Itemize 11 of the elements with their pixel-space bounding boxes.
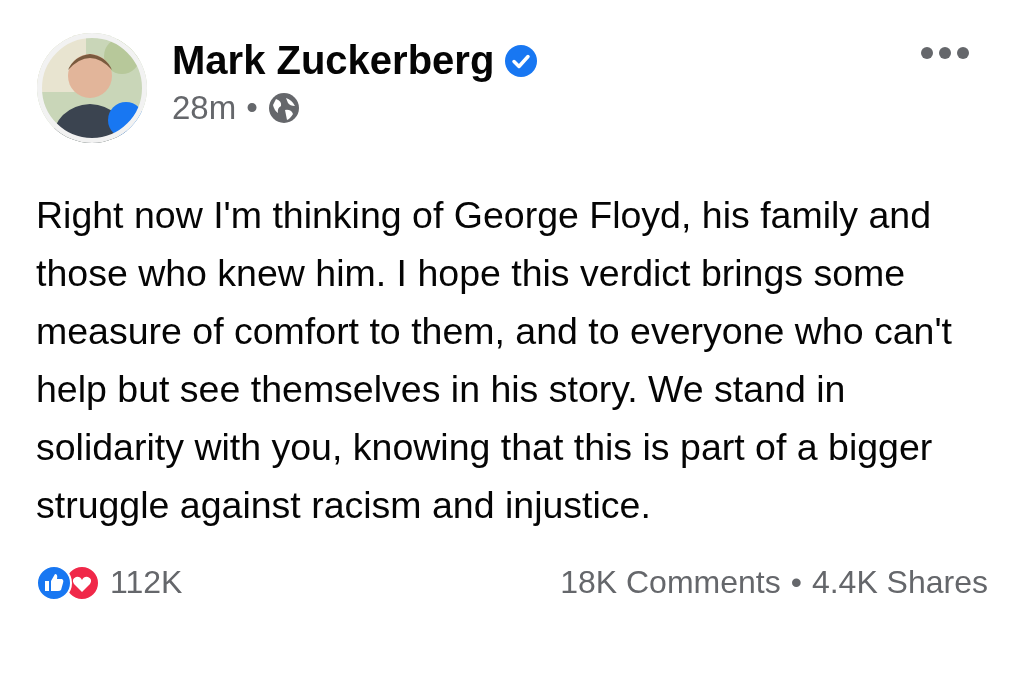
- reactions-icon[interactable]: [36, 564, 100, 601]
- globe-icon: [267, 92, 300, 124]
- reactions-count[interactable]: 112K: [110, 564, 183, 601]
- more-options-icon[interactable]: [920, 46, 970, 60]
- comments-count[interactable]: 18K Comments: [560, 564, 781, 601]
- separator-dot: •: [246, 89, 258, 127]
- shares-count[interactable]: 4.4K Shares: [811, 564, 988, 601]
- post-text: Right now I'm thinking of George Floyd, his family and those who knew him. I hope this verdict brings some measure of comfort to them, and to everyone who can't help but see themselves in his story. We stand in solidarity with you, knowing that this is part of a bigger struggle against racism and injustice.: [36, 193, 953, 528]
- post-time[interactable]: 28m: [172, 89, 237, 127]
- separator-dot: •: [790, 564, 802, 601]
- author-name[interactable]: Mark Zuckerberg: [172, 38, 495, 83]
